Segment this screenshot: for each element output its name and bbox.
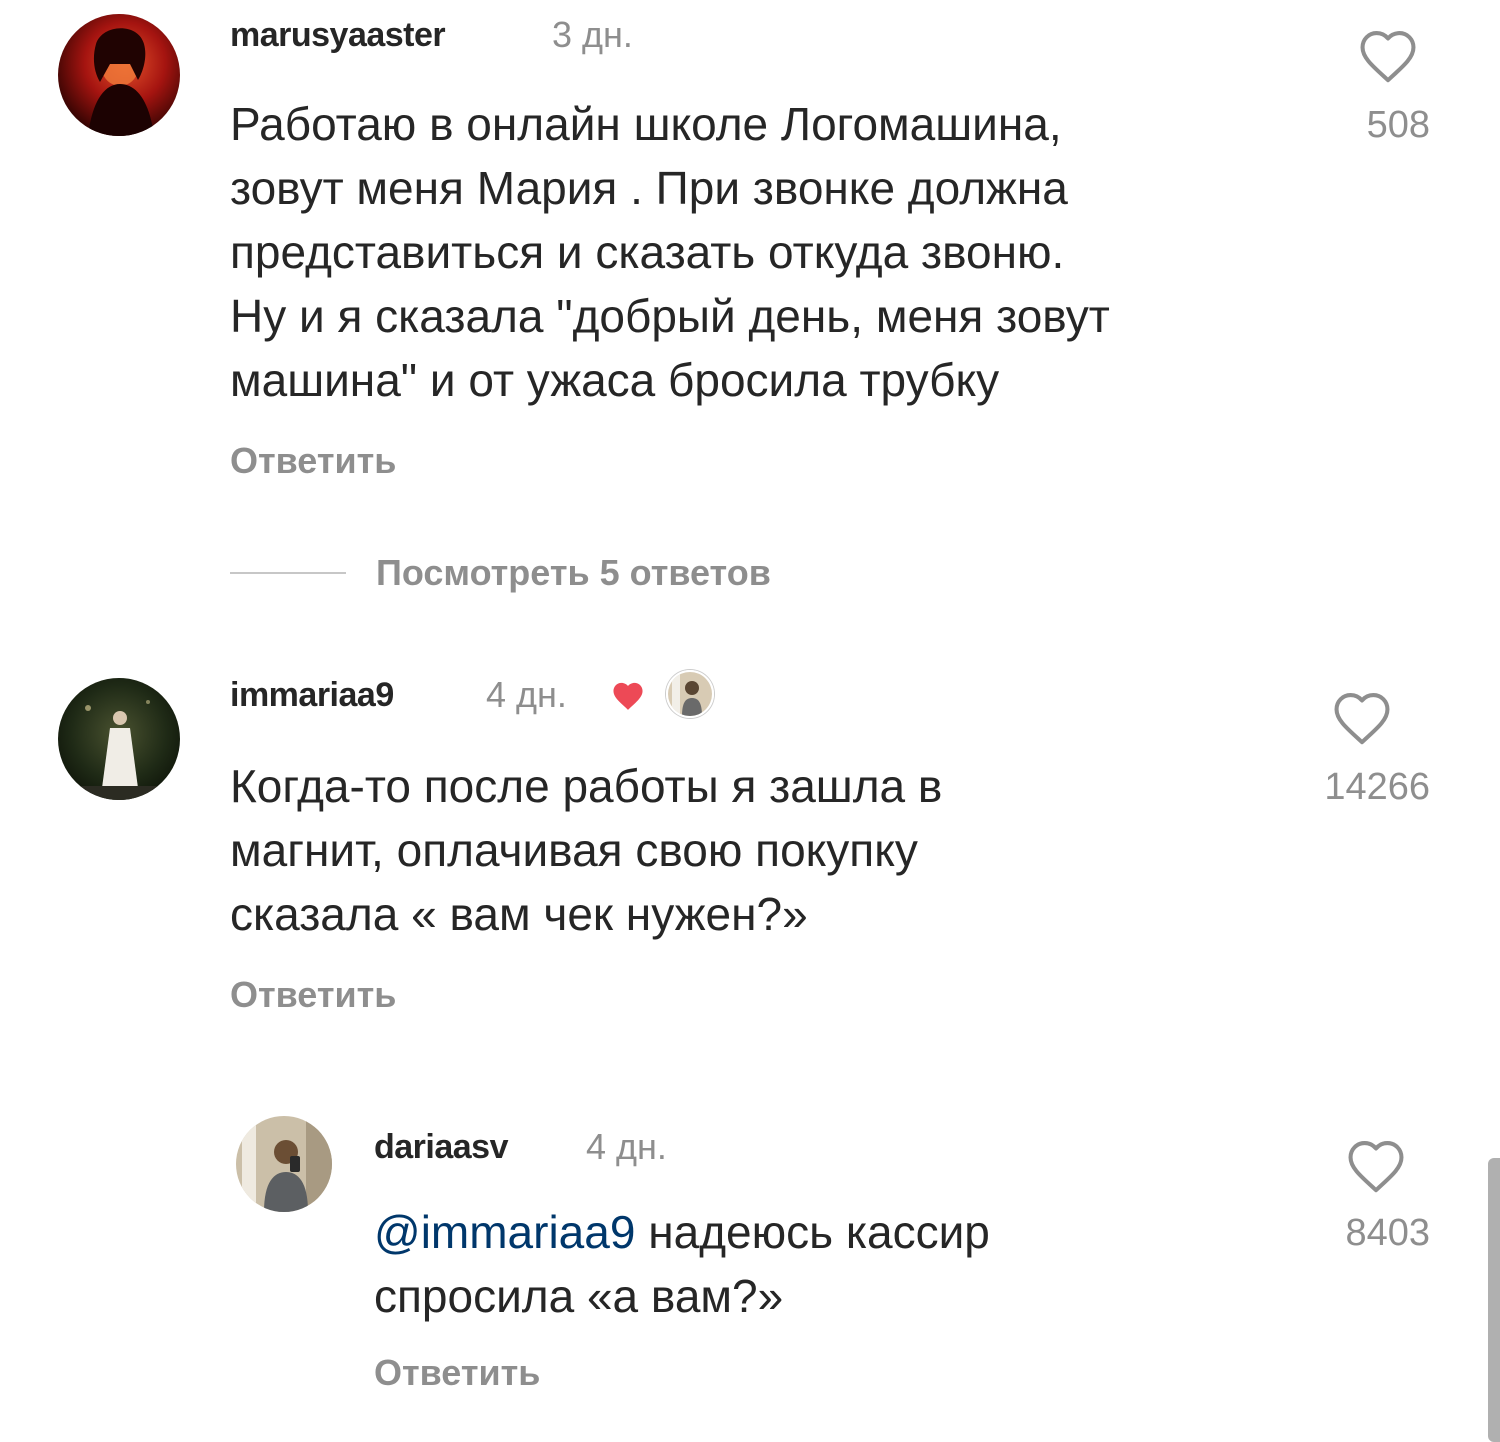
comment-line: магнит, оплачивая свою покупку [230,824,918,876]
like-count: 14266 [1324,766,1430,808]
comment-text: Когда-то после работы я зашла в магнит, … [230,754,942,946]
avatar-image [58,678,180,800]
heart-outline-icon[interactable] [1344,1138,1408,1194]
avatar[interactable] [58,678,180,800]
avatar-image [58,14,180,136]
username[interactable]: marusyaaster [230,16,446,55]
reply-button[interactable]: Ответить [230,440,396,482]
comment-line: машина" и от ужаса бросила трубку [230,354,1000,406]
comment-line: Работаю в онлайн школе Логомашина, [230,98,1062,150]
comment-text: @immariaa9 надеюсь кассир спросила «а ва… [374,1200,990,1328]
username[interactable]: immariaa9 [230,676,394,715]
comment-line: Когда-то после работы я зашла в [230,760,943,812]
view-replies-button[interactable]: Посмотреть 5 ответов [230,548,771,598]
like-count: 508 [1366,104,1430,146]
timestamp: 3 дн. [552,14,633,55]
comment-line: Ну и я сказала "добрый день, меня зовут [230,290,1110,342]
author-avatar-icon [666,670,714,718]
heart-outline-icon[interactable] [1356,28,1420,84]
avatar-image [236,1116,332,1212]
reply-button[interactable]: Ответить [230,974,396,1016]
comment-text: Работаю в онлайн школе Логомашина, зовут… [230,92,1110,412]
avatar[interactable] [58,14,180,136]
reply-button[interactable]: Ответить [374,1352,540,1394]
scrollbar[interactable] [1488,1158,1500,1442]
divider-line [230,572,346,574]
comment-line: @immariaa9 надеюсь кассир [374,1200,990,1264]
comment-text-rest: надеюсь кассир [635,1206,990,1258]
timestamp: 4 дн. [586,1126,667,1167]
timestamp: 4 дн. [486,674,567,715]
comment-line: сказала « вам чек нужен?» [230,888,808,940]
avatar[interactable] [236,1116,332,1212]
comment-line: представиться и сказать откуда звоню. [230,226,1065,278]
comment-line: зовут меня Мария . При звонке должна [230,162,1068,214]
like-count: 8403 [1345,1212,1430,1254]
heart-outline-icon[interactable] [1330,690,1394,746]
red-heart-icon [610,680,646,712]
username[interactable]: dariaasv [374,1128,509,1167]
view-replies-label: Посмотреть 5 ответов [376,552,771,593]
mention-link[interactable]: @immariaa9 [374,1206,635,1258]
comment-line: спросила «а вам?» [374,1270,784,1322]
